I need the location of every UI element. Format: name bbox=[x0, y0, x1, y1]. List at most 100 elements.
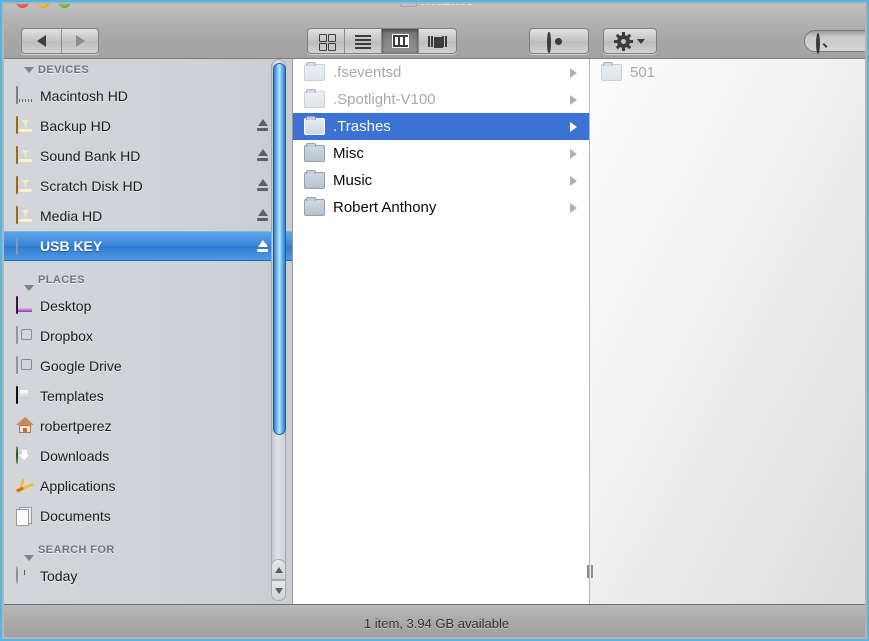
screenshot-frame: .Trashes bbox=[0, 0, 869, 641]
sidebar-item-macintosh-hd[interactable]: Macintosh HD bbox=[4, 81, 292, 111]
sidebar-item-applications[interactable]: Applications bbox=[4, 471, 292, 501]
scrollbar-thumb[interactable] bbox=[273, 63, 286, 435]
sidebar-item-backup-hd[interactable]: Backup HD bbox=[4, 111, 292, 141]
chevron-right-icon bbox=[76, 35, 85, 47]
folder-icon bbox=[601, 64, 622, 81]
quick-look-button[interactable] bbox=[529, 28, 589, 54]
file-row[interactable]: 501 bbox=[590, 59, 865, 86]
folder-icon bbox=[304, 145, 325, 162]
chevron-right-icon[interactable] bbox=[570, 122, 577, 132]
file-name: 501 bbox=[630, 64, 655, 81]
action-menu-button[interactable] bbox=[603, 28, 657, 54]
sidebar-section-label: DEVICES bbox=[38, 64, 89, 76]
search-icon bbox=[816, 35, 827, 46]
sidebar-item-robertperez[interactable]: robertperez bbox=[4, 411, 292, 441]
sidebar-item-documents[interactable]: Documents bbox=[4, 501, 292, 531]
list-icon bbox=[355, 35, 371, 48]
chevron-left-icon bbox=[37, 35, 46, 47]
sidebar-item-label: Documents bbox=[40, 508, 111, 524]
view-mode-icon-button[interactable] bbox=[308, 29, 345, 53]
chevron-right-icon[interactable] bbox=[570, 176, 577, 186]
sidebar-item-dropbox[interactable]: Dropbox bbox=[4, 321, 292, 351]
sidebar-item-media-hd[interactable]: Media HD bbox=[4, 201, 292, 231]
finder-toolbar bbox=[4, 12, 865, 59]
scroll-down-button[interactable] bbox=[271, 580, 286, 601]
file-name: Music bbox=[333, 172, 372, 189]
eject-icon[interactable] bbox=[257, 119, 270, 133]
back-button[interactable] bbox=[22, 29, 62, 53]
view-mode-coverflow-button[interactable] bbox=[419, 29, 456, 53]
chevron-right-icon[interactable] bbox=[570, 68, 577, 78]
scroll-up-button[interactable] bbox=[271, 559, 286, 580]
file-row[interactable]: .Spotlight-V100 bbox=[293, 86, 589, 113]
clock-icon bbox=[16, 567, 34, 585]
sidebar-item-label: Applications bbox=[40, 478, 116, 494]
view-mode-column-button[interactable] bbox=[382, 29, 419, 53]
sidebar-item-sound-bank-hd[interactable]: Sound Bank HD bbox=[4, 141, 292, 171]
folder-icon bbox=[304, 199, 325, 216]
sidebar-item-label: Google Drive bbox=[40, 358, 122, 374]
finder-window: .Trashes bbox=[4, 4, 865, 637]
sidebar-section-search-for-header[interactable]: SEARCH FOR bbox=[4, 539, 292, 561]
sidebar-item-label: Downloads bbox=[40, 448, 109, 464]
forward-button[interactable] bbox=[61, 29, 100, 53]
external-hard-drive-icon bbox=[16, 177, 34, 195]
external-hard-drive-icon bbox=[16, 207, 34, 225]
file-name: Robert Anthony bbox=[333, 199, 436, 216]
chevron-right-icon[interactable] bbox=[570, 203, 577, 213]
eject-icon[interactable] bbox=[257, 240, 270, 254]
window-title: .Trashes bbox=[4, 4, 865, 7]
sidebar-item-templates[interactable]: Templates bbox=[4, 381, 292, 411]
sidebar-item-today[interactable]: Today bbox=[4, 561, 292, 591]
sidebar-item-label: Backup HD bbox=[40, 118, 111, 134]
sidebar-item-label: Sound Bank HD bbox=[40, 148, 140, 164]
eject-icon[interactable] bbox=[257, 179, 270, 193]
disclosure-triangle-icon[interactable] bbox=[24, 67, 34, 73]
navigation-buttons bbox=[21, 28, 99, 54]
window-titlebar[interactable]: .Trashes bbox=[4, 4, 865, 12]
internal-hard-drive-icon bbox=[16, 87, 34, 105]
desktop-icon bbox=[16, 297, 34, 315]
sidebar-item-desktop[interactable]: Desktop bbox=[4, 291, 292, 321]
sidebar-section-label: PLACES bbox=[38, 274, 85, 286]
file-row[interactable]: Misc bbox=[293, 140, 589, 167]
sidebar-scrollbar[interactable] bbox=[271, 59, 286, 604]
file-name: .fseventsd bbox=[333, 64, 401, 81]
sidebar-section-places-header[interactable]: PLACES bbox=[4, 269, 292, 291]
eject-icon[interactable] bbox=[257, 149, 270, 163]
sidebar-item-label: Media HD bbox=[40, 208, 102, 224]
file-row[interactable]: Music bbox=[293, 167, 589, 194]
eject-icon[interactable] bbox=[257, 209, 270, 223]
templates-icon bbox=[16, 387, 34, 405]
folder-icon bbox=[400, 4, 417, 7]
chevron-right-icon[interactable] bbox=[570, 95, 577, 105]
window-shadow-pad: .Trashes bbox=[4, 4, 865, 637]
sidebar-section-label: SEARCH FOR bbox=[38, 544, 115, 556]
sidebar-item-label: Templates bbox=[40, 388, 104, 404]
external-hard-drive-icon bbox=[16, 117, 34, 135]
column-resize-handle[interactable] bbox=[586, 565, 595, 578]
external-hard-drive-icon bbox=[16, 147, 34, 165]
sidebar-item-google-drive[interactable]: Google Drive bbox=[4, 351, 292, 381]
view-mode-segmented-control bbox=[307, 28, 457, 54]
sidebar-item-label: Dropbox bbox=[40, 328, 93, 344]
sidebar-item-usb-key[interactable]: USB KEY bbox=[4, 231, 292, 261]
documents-icon bbox=[16, 507, 34, 525]
google-drive-folder-icon bbox=[16, 357, 34, 375]
sidebar-item-label: Desktop bbox=[40, 298, 91, 314]
sidebar-item-scratch-disk-hd[interactable]: Scratch Disk HD bbox=[4, 171, 292, 201]
grid-icon bbox=[319, 34, 334, 49]
file-column-1: .fseventsd .Spotlight-V100 .Trashes bbox=[293, 59, 590, 604]
file-row[interactable]: Robert Anthony bbox=[293, 194, 589, 221]
sidebar-item-downloads[interactable]: Downloads bbox=[4, 441, 292, 471]
scrollbar-track[interactable] bbox=[271, 59, 286, 577]
file-row[interactable]: .fseventsd bbox=[293, 59, 589, 86]
sidebar-item-label: Today bbox=[40, 568, 77, 584]
search-input[interactable] bbox=[804, 30, 865, 52]
folder-icon bbox=[304, 172, 325, 189]
file-row-selected[interactable]: .Trashes bbox=[293, 113, 589, 140]
chevron-right-icon[interactable] bbox=[570, 149, 577, 159]
view-mode-list-button[interactable] bbox=[345, 29, 382, 53]
sidebar-section-devices-header[interactable]: DEVICES bbox=[4, 59, 292, 81]
chevron-down-icon bbox=[637, 39, 645, 44]
